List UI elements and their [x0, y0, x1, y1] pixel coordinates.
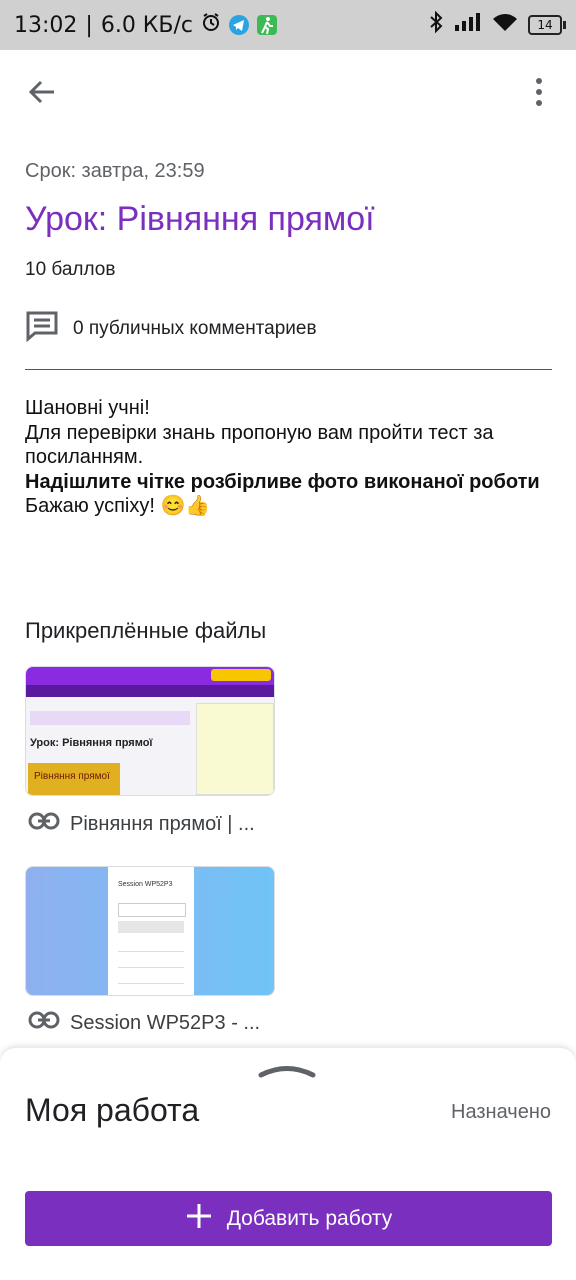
description-line: Для перевірки знань пропоную вам пройти … — [25, 421, 494, 469]
status-time: 13:02 — [14, 12, 78, 38]
due-date: Срок: завтра, 23:59 — [25, 160, 205, 182]
description-line: Шановні учні! — [25, 397, 150, 419]
telegram-icon — [229, 15, 250, 35]
status-separator: | — [85, 12, 93, 38]
status-left: 13:02 | 6.0 КБ/с — [14, 12, 278, 38]
assignment-description: Шановні учні! Для перевірки знань пропон… — [25, 396, 552, 519]
my-work-title: Моя работа — [25, 1092, 200, 1128]
attachment-label: Session WP52P3 - ... — [70, 1011, 261, 1034]
attachment-link-2[interactable]: Session WP52P3 - ... — [28, 1011, 260, 1035]
add-work-label: Добавить работу — [226, 1206, 393, 1230]
work-status: Назначено — [451, 1101, 551, 1123]
add-work-button[interactable]: Добавить работу — [25, 1191, 552, 1246]
description-bold-line: Надішлите чітке розбірливе фото виконано… — [25, 470, 540, 493]
comment-icon — [25, 310, 59, 348]
comments-label: 0 публичных комментариев — [73, 318, 317, 339]
more-vert-icon[interactable] — [529, 76, 549, 113]
link-icon — [28, 812, 60, 836]
divider — [25, 369, 552, 370]
alarm-icon — [201, 12, 221, 38]
attachment-thumbnail-1[interactable]: Урок: Рівняння прямої Рівняння прямої — [25, 666, 275, 796]
assignment-title: Урок: Рівняння прямої — [25, 200, 375, 238]
status-right: 14 — [428, 10, 566, 39]
thumb-title: Урок: Рівняння прямої — [30, 737, 153, 749]
thumb-banner: Рівняння прямої — [34, 771, 110, 782]
public-comments[interactable]: 0 публичных комментариев — [25, 310, 317, 348]
signal-icon — [454, 12, 482, 38]
thumb-preview: Урок: Рівняння прямої Рівняння прямої — [26, 667, 274, 795]
thumb-preview: Session WP52P3 — [26, 867, 274, 995]
app-bar — [0, 50, 576, 134]
battery-level: 14 — [537, 18, 553, 32]
points: 10 баллов — [25, 259, 116, 280]
back-arrow-icon[interactable] — [26, 76, 58, 113]
status-bar: 13:02 | 6.0 КБ/с 14 — [0, 0, 576, 50]
attachment-label: Рівняння прямої | ... — [70, 812, 255, 835]
link-icon — [28, 1011, 60, 1035]
attachment-link-1[interactable]: Рівняння прямої | ... — [28, 812, 255, 836]
attachments-heading: Прикреплённые файлы — [25, 618, 267, 643]
status-speed: 6.0 КБ/с — [100, 12, 194, 38]
walk-icon — [257, 15, 278, 35]
thumb-title: Session WP52P3 — [118, 881, 173, 888]
plus-icon — [185, 1202, 213, 1236]
wifi-icon — [492, 12, 518, 38]
chevron-up-icon[interactable] — [258, 1062, 316, 1083]
attachment-thumbnail-2[interactable]: Session WP52P3 — [25, 866, 275, 996]
battery-icon: 14 — [528, 15, 566, 35]
description-line: Бажаю успіху! 😊👍 — [25, 495, 211, 517]
bluetooth-icon — [428, 10, 444, 39]
